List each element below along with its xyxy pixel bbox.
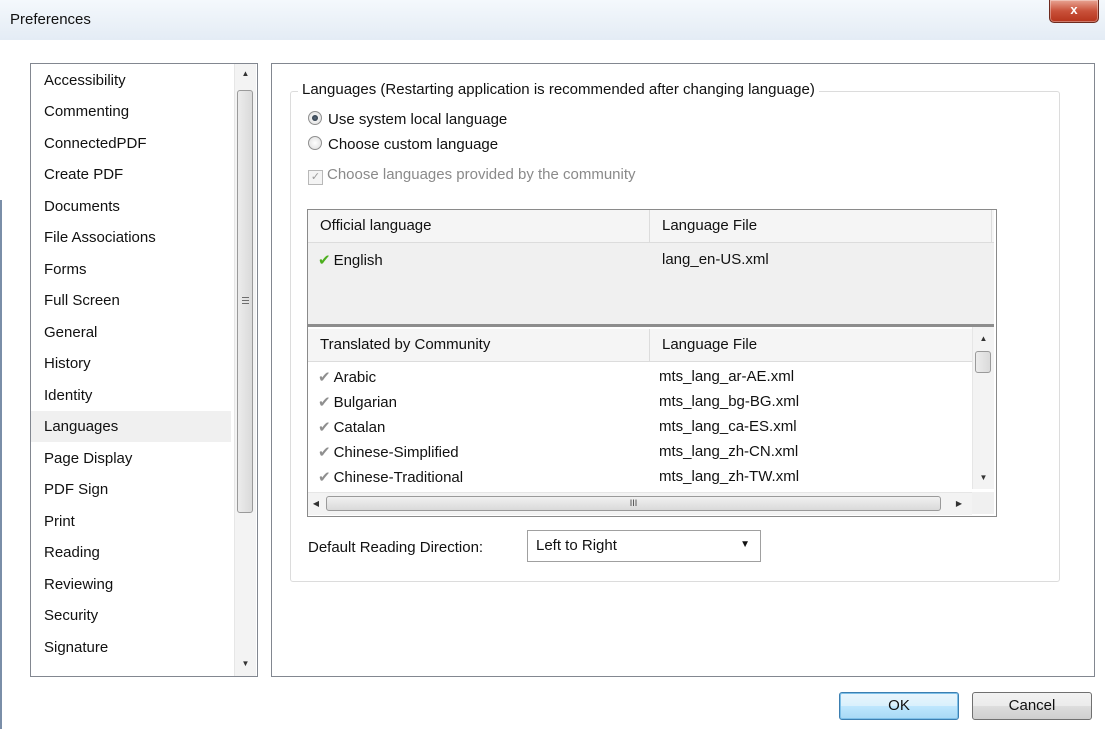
use-system-language-radio[interactable]: Use system local language [308, 111, 507, 128]
reading-direction-label: Default Reading Direction: [308, 539, 484, 556]
radio-unselected-icon [308, 136, 322, 150]
community-language-cell: Chinese-Traditional [333, 469, 464, 486]
category-scroll-thumb[interactable] [237, 90, 253, 513]
community-file-cell: mts_lang_ar-AE.xml [659, 368, 795, 385]
cancel-button[interactable]: Cancel [972, 692, 1092, 720]
languages-group-title: Languages (Restarting application is rec… [298, 81, 819, 98]
category-item-create-pdf[interactable]: Create PDF [31, 159, 231, 190]
choose-custom-language-radio[interactable]: Choose custom language [308, 136, 498, 153]
category-item-connectedpdf[interactable]: ConnectedPDF [31, 128, 231, 159]
close-icon: x [1070, 2, 1078, 17]
category-scrollbar[interactable]: ▲ ▼ [234, 64, 256, 676]
category-item-pdf-sign[interactable]: PDF Sign [31, 474, 231, 505]
community-row-catalan[interactable]: ✔ Catalan [318, 418, 385, 436]
chevron-down-icon: ▼ [740, 539, 750, 550]
language-table: Official language Language File ✔ English… [307, 209, 997, 517]
official-language-section: Official language Language File ✔ English… [308, 210, 994, 324]
radio-selected-icon [308, 111, 322, 125]
community-language-cell: Catalan [333, 419, 386, 436]
use-system-language-label: Use system local language [328, 111, 508, 128]
grip-line [242, 297, 249, 298]
category-list[interactable]: Accessibility Commenting ConnectedPDF Cr… [30, 63, 258, 677]
official-file-cell: lang_en-US.xml [662, 251, 769, 268]
scroll-up-arrow-icon[interactable]: ▲ [973, 330, 994, 348]
reading-direction-select[interactable]: Left to Right ▼ [527, 530, 761, 562]
community-vertical-scrollbar[interactable]: ▲ ▼ [972, 327, 994, 489]
community-table-header: Translated by Community Language File [308, 329, 972, 362]
grey-check-icon: ✔ [318, 419, 331, 436]
community-language-cell: Chinese-Simplified [333, 444, 459, 461]
community-row-chinese-traditional[interactable]: ✔ Chinese-Traditional [318, 468, 463, 486]
category-item-identity[interactable]: Identity [31, 380, 231, 411]
category-item-signature[interactable]: Signature [31, 632, 231, 663]
community-languages-label: Choose languages provided by the communi… [327, 166, 636, 183]
category-item-accessibility[interactable]: Accessibility [31, 65, 231, 96]
close-button[interactable]: x [1049, 0, 1099, 23]
title-bar: Preferences x [0, 0, 1105, 40]
community-language-column-header[interactable]: Translated by Community [308, 329, 650, 361]
category-item-reviewing[interactable]: Reviewing [31, 569, 231, 600]
community-row-arabic[interactable]: ✔ Arabic [318, 368, 376, 386]
community-row-chinese-simplified[interactable]: ✔ Chinese-Simplified [318, 443, 459, 461]
community-file-cell: mts_lang_ca-ES.xml [659, 418, 797, 435]
category-item-history[interactable]: History [31, 348, 231, 379]
category-item-reading[interactable]: Reading [31, 537, 231, 568]
scrollbar-corner [972, 492, 994, 514]
community-row-bulgarian[interactable]: ✔ Bulgarian [318, 393, 397, 411]
category-item-languages[interactable]: Languages [31, 411, 231, 442]
scroll-down-arrow-icon[interactable]: ▼ [235, 655, 256, 673]
category-item-general[interactable]: General [31, 317, 231, 348]
category-item-forms[interactable]: Forms [31, 254, 231, 285]
grey-check-icon: ✔ [318, 444, 331, 461]
official-row-english[interactable]: ✔ English [318, 251, 383, 269]
category-item-documents[interactable]: Documents [31, 191, 231, 222]
community-file-cell: mts_lang_zh-CN.xml [659, 443, 799, 460]
category-item-full-screen[interactable]: Full Screen [31, 285, 231, 316]
official-file-column-header[interactable]: Language File [650, 210, 992, 242]
grip-line [242, 303, 249, 304]
category-item-security[interactable]: Security [31, 600, 231, 631]
community-horizontal-scrollbar[interactable]: ◀ III ▶ [308, 492, 972, 515]
table-divider [308, 324, 994, 327]
window-title: Preferences [10, 11, 91, 28]
community-language-cell: Arabic [333, 369, 377, 386]
checkbox-checked-icon: ✓ [308, 170, 323, 185]
official-language-cell: English [333, 252, 383, 269]
scroll-up-arrow-icon[interactable]: ▲ [235, 65, 256, 83]
community-file-cell: mts_lang_zh-TW.xml [659, 468, 800, 485]
community-languages-checkbox[interactable]: ✓ Choose languages provided by the commun… [308, 166, 636, 185]
grey-check-icon: ✔ [318, 369, 331, 386]
window-edge [0, 200, 2, 729]
grip-line [242, 300, 249, 301]
category-item-file-associations[interactable]: File Associations [31, 222, 231, 253]
scroll-down-arrow-icon[interactable]: ▼ [973, 469, 994, 487]
official-table-header: Official language Language File [308, 210, 994, 243]
choose-custom-language-label: Choose custom language [328, 136, 499, 153]
community-file-column-header[interactable]: Language File [650, 329, 972, 361]
ok-button[interactable]: OK [839, 692, 959, 720]
community-language-cell: Bulgarian [333, 394, 397, 411]
community-file-cell: mts_lang_bg-BG.xml [659, 393, 800, 410]
scroll-right-arrow-icon[interactable]: ▶ [951, 495, 967, 513]
scroll-left-arrow-icon[interactable]: ◀ [308, 495, 324, 513]
category-item-page-display[interactable]: Page Display [31, 443, 231, 474]
green-check-icon: ✔ [318, 252, 331, 269]
category-item-commenting[interactable]: Commenting [31, 96, 231, 127]
grey-check-icon: ✔ [318, 469, 331, 486]
horizontal-scroll-thumb[interactable]: III [326, 496, 941, 511]
grey-check-icon: ✔ [318, 394, 331, 411]
category-item-print[interactable]: Print [31, 506, 231, 537]
reading-direction-value: Left to Right [536, 537, 617, 554]
official-language-column-header[interactable]: Official language [308, 210, 650, 242]
community-scroll-thumb[interactable] [975, 351, 991, 373]
